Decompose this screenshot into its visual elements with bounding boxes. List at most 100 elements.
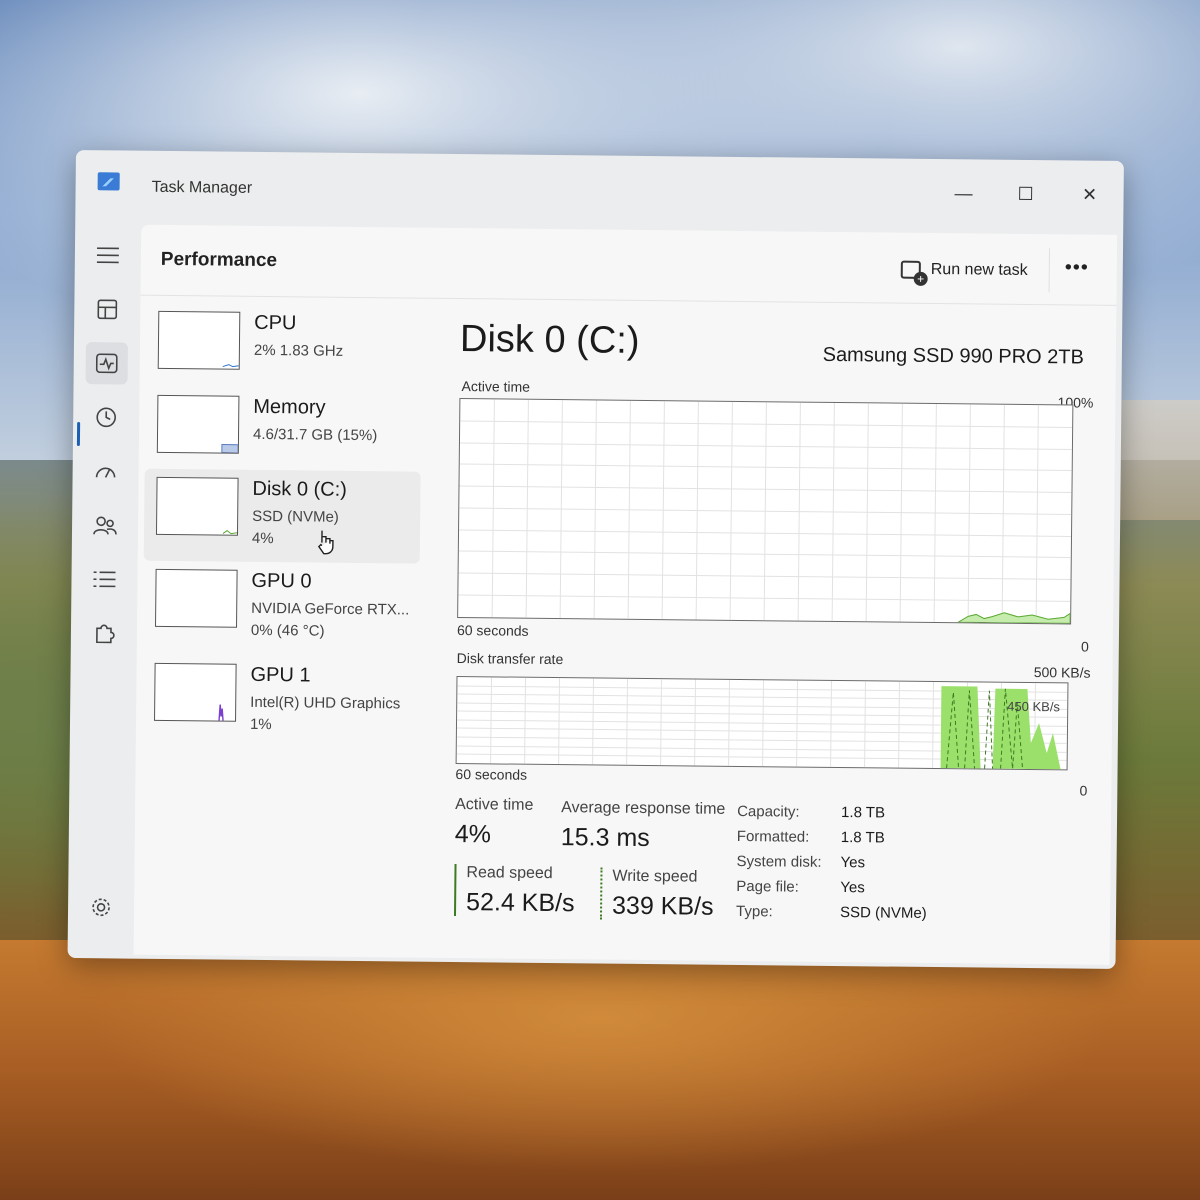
capacity-key: Capacity: [737, 802, 800, 821]
device-usage: 0% (46 °C) [250, 621, 325, 640]
disk-detail-panel: Disk 0 (C:) Samsung SSD 990 PRO 2TB Acti… [453, 306, 1097, 953]
device-name: Disk 0 (C:) [252, 477, 348, 501]
device-usage: 1% [249, 715, 272, 734]
task-manager-window: Task Manager — ☐ ✕ Performance + Run new… [67, 150, 1124, 969]
system-disk-value: Yes [840, 854, 866, 872]
list-icon [93, 571, 116, 588]
nav-processes[interactable] [86, 288, 128, 330]
transfer-rate-graph-canvas [456, 677, 1068, 770]
device-name: Memory [253, 395, 326, 419]
active-time-label: Active time [455, 796, 534, 814]
page-title: Performance [160, 248, 278, 272]
close-button[interactable]: ✕ [1069, 178, 1109, 210]
disk-thumbnail-graph [155, 476, 239, 536]
run-new-task-label: Run new task [930, 260, 1028, 279]
gpu0-thumbnail-graph [155, 568, 238, 628]
more-options-button[interactable]: ••• [1065, 256, 1089, 279]
puzzle-icon [96, 624, 115, 644]
cpu-thumbnail-graph [157, 310, 241, 370]
device-item-gpu1[interactable]: GPU 1 Intel(R) UHD Graphics 1% [142, 655, 419, 750]
speedometer-icon [95, 467, 116, 478]
gear-icon [92, 898, 110, 917]
device-item-cpu[interactable]: CPU 2% 1.83 GHz [145, 303, 422, 398]
users-icon [93, 516, 117, 535]
window-title: Task Manager [151, 178, 253, 197]
nav-users[interactable] [84, 504, 126, 546]
transfer-rate-graph-max: 500 KB/s [1033, 664, 1091, 681]
wallpaper-town [1110, 400, 1200, 520]
active-time-graph-duration: 60 seconds [456, 622, 529, 639]
formatted-key: Formatted: [736, 827, 810, 846]
device-list: CPU 2% 1.83 GHz Memory 4.6/31.7 GB (15%)… [140, 303, 426, 733]
nav-active-indicator [76, 422, 81, 447]
device-detail: NVIDIA GeForce RTX... [251, 599, 410, 619]
read-speed-label: Read speed [466, 864, 553, 883]
device-usage: 4% [251, 529, 274, 548]
nav-sidebar [68, 220, 142, 959]
type-key: Type: [735, 902, 773, 921]
write-speed-legend-line [599, 867, 603, 920]
nav-settings[interactable] [80, 886, 122, 928]
nav-app-history[interactable] [85, 396, 127, 438]
read-speed-legend-line [453, 864, 457, 917]
active-time-graph [457, 398, 1074, 625]
run-new-task-button[interactable]: Run new task [900, 255, 1028, 286]
device-item-disk0[interactable]: Disk 0 (C:) SSD (NVMe) 4% [143, 468, 421, 564]
disk-title: Disk 0 (C:) [459, 318, 640, 362]
run-task-icon [900, 260, 921, 279]
performance-panel: Performance Run new task ••• CPU 2% 1.83… [133, 224, 1118, 965]
read-speed-value: 52.4 KB/s [465, 888, 575, 918]
gpu1-thumbnail-graph [154, 662, 237, 722]
formatted-value: 1.8 TB [840, 829, 885, 847]
page-file-key: Page file: [736, 877, 799, 896]
header-divider [1048, 248, 1051, 293]
disk-model: Samsung SSD 990 PRO 2TB [822, 343, 1084, 369]
processes-icon [97, 299, 118, 320]
device-item-gpu0[interactable]: GPU 0 NVIDIA GeForce RTX... 0% (46 °C) [143, 561, 420, 656]
transfer-rate-graph-label: Disk transfer rate [456, 650, 564, 668]
device-item-memory[interactable]: Memory 4.6/31.7 GB (15%) [145, 387, 422, 482]
system-disk-key: System disk: [736, 852, 822, 871]
nav-performance[interactable] [85, 342, 128, 385]
write-speed-label: Write speed [612, 867, 698, 886]
transfer-rate-graph-duration: 60 seconds [455, 766, 528, 783]
transfer-rate-graph: 450 KB/s [455, 676, 1069, 771]
history-icon [96, 407, 117, 428]
maximize-button[interactable]: ☐ [1005, 178, 1045, 210]
active-time-graph-label: Active time [461, 378, 531, 395]
maximize-icon: ☐ [1017, 183, 1034, 204]
minimize-icon: — [954, 182, 973, 203]
device-name: CPU [254, 311, 297, 335]
capacity-value: 1.8 TB [841, 804, 886, 822]
performance-icon [95, 353, 118, 374]
write-speed-value: 339 KB/s [611, 891, 714, 921]
device-detail: 2% 1.83 GHz [253, 341, 344, 360]
minimize-button[interactable]: — [943, 177, 983, 209]
nav-startup-apps[interactable] [84, 450, 126, 492]
page-file-value: Yes [840, 879, 865, 897]
device-detail: SSD (NVMe) [252, 507, 339, 526]
hand-cursor-icon [317, 530, 334, 555]
title-bar[interactable]: Task Manager — ☐ ✕ [75, 150, 1124, 231]
memory-thumbnail-graph [156, 394, 240, 454]
device-name: GPU 0 [251, 569, 312, 593]
nav-menu-button[interactable] [87, 234, 129, 276]
hamburger-menu-icon [96, 247, 119, 264]
task-manager-app-icon [97, 172, 120, 191]
close-icon: ✕ [1081, 184, 1098, 205]
active-time-value: 4% [454, 820, 492, 849]
avg-response-label: Average response time [561, 799, 726, 818]
page-header: Performance Run new task ••• [140, 224, 1118, 306]
nav-details[interactable] [83, 558, 125, 600]
type-value: SSD (NVMe) [839, 904, 927, 922]
transfer-rate-graph-min: 0 [1079, 782, 1088, 799]
device-detail: 4.6/31.7 GB (15%) [252, 425, 378, 445]
avg-response-value: 15.3 ms [560, 823, 650, 853]
active-time-graph-min: 0 [1080, 638, 1089, 655]
transfer-rate-graph-mid: 450 KB/s [1007, 698, 1061, 715]
device-detail: Intel(R) UHD Graphics [250, 693, 401, 713]
wallpaper-cliff [0, 940, 1200, 1200]
nav-services[interactable] [83, 612, 125, 654]
device-name: GPU 1 [250, 663, 311, 687]
active-time-graph-canvas [458, 399, 1073, 624]
